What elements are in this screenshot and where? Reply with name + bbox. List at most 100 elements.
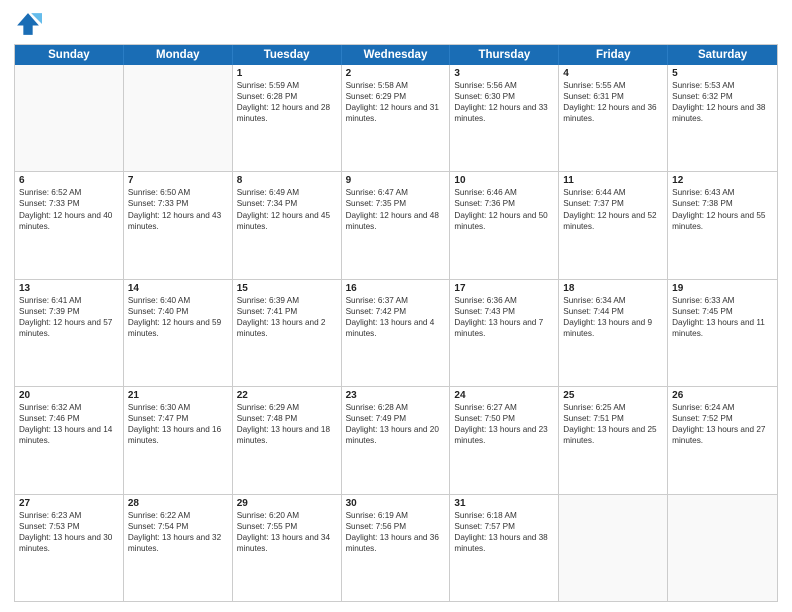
- cal-cell: 16Sunrise: 6:37 AMSunset: 7:42 PMDayligh…: [342, 280, 451, 386]
- cal-cell: 30Sunrise: 6:19 AMSunset: 7:56 PMDayligh…: [342, 495, 451, 601]
- sunrise-text: Sunrise: 6:44 AM: [563, 187, 663, 198]
- cal-week-1: 1Sunrise: 5:59 AMSunset: 6:28 PMDaylight…: [15, 65, 777, 171]
- daylight-text: Daylight: 12 hours and 28 minutes.: [237, 102, 337, 124]
- day-number: 28: [128, 498, 228, 509]
- day-number: 8: [237, 175, 337, 186]
- calendar-header-row: SundayMondayTuesdayWednesdayThursdayFrid…: [15, 45, 777, 65]
- sunrise-text: Sunrise: 6:19 AM: [346, 510, 446, 521]
- cal-cell: 13Sunrise: 6:41 AMSunset: 7:39 PMDayligh…: [15, 280, 124, 386]
- cal-cell: 22Sunrise: 6:29 AMSunset: 7:48 PMDayligh…: [233, 387, 342, 493]
- daylight-text: Daylight: 13 hours and 23 minutes.: [454, 424, 554, 446]
- daylight-text: Daylight: 13 hours and 30 minutes.: [19, 532, 119, 554]
- day-number: 3: [454, 68, 554, 79]
- sunrise-text: Sunrise: 6:34 AM: [563, 295, 663, 306]
- sunrise-text: Sunrise: 6:37 AM: [346, 295, 446, 306]
- sunset-text: Sunset: 7:49 PM: [346, 413, 446, 424]
- sunrise-text: Sunrise: 6:23 AM: [19, 510, 119, 521]
- cal-header-wednesday: Wednesday: [342, 45, 451, 65]
- sunrise-text: Sunrise: 6:36 AM: [454, 295, 554, 306]
- sunset-text: Sunset: 7:55 PM: [237, 521, 337, 532]
- sunset-text: Sunset: 7:51 PM: [563, 413, 663, 424]
- cal-cell: 18Sunrise: 6:34 AMSunset: 7:44 PMDayligh…: [559, 280, 668, 386]
- sunrise-text: Sunrise: 6:20 AM: [237, 510, 337, 521]
- sunset-text: Sunset: 7:40 PM: [128, 306, 228, 317]
- cal-cell: 8Sunrise: 6:49 AMSunset: 7:34 PMDaylight…: [233, 172, 342, 278]
- sunset-text: Sunset: 7:41 PM: [237, 306, 337, 317]
- daylight-text: Daylight: 12 hours and 40 minutes.: [19, 210, 119, 232]
- sunset-text: Sunset: 7:52 PM: [672, 413, 773, 424]
- sunset-text: Sunset: 7:38 PM: [672, 198, 773, 209]
- logo-icon: [14, 10, 42, 38]
- sunset-text: Sunset: 6:31 PM: [563, 91, 663, 102]
- day-number: 11: [563, 175, 663, 186]
- daylight-text: Daylight: 12 hours and 31 minutes.: [346, 102, 446, 124]
- daylight-text: Daylight: 13 hours and 20 minutes.: [346, 424, 446, 446]
- sunset-text: Sunset: 7:43 PM: [454, 306, 554, 317]
- cal-cell: 26Sunrise: 6:24 AMSunset: 7:52 PMDayligh…: [668, 387, 777, 493]
- daylight-text: Daylight: 12 hours and 38 minutes.: [672, 102, 773, 124]
- sunrise-text: Sunrise: 6:25 AM: [563, 402, 663, 413]
- sunset-text: Sunset: 7:39 PM: [19, 306, 119, 317]
- sunrise-text: Sunrise: 6:46 AM: [454, 187, 554, 198]
- sunset-text: Sunset: 7:54 PM: [128, 521, 228, 532]
- daylight-text: Daylight: 12 hours and 36 minutes.: [563, 102, 663, 124]
- daylight-text: Daylight: 13 hours and 25 minutes.: [563, 424, 663, 446]
- sunrise-text: Sunrise: 6:28 AM: [346, 402, 446, 413]
- day-number: 30: [346, 498, 446, 509]
- daylight-text: Daylight: 13 hours and 9 minutes.: [563, 317, 663, 339]
- cal-cell: 3Sunrise: 5:56 AMSunset: 6:30 PMDaylight…: [450, 65, 559, 171]
- cal-cell: 27Sunrise: 6:23 AMSunset: 7:53 PMDayligh…: [15, 495, 124, 601]
- sunrise-text: Sunrise: 6:39 AM: [237, 295, 337, 306]
- sunrise-text: Sunrise: 6:52 AM: [19, 187, 119, 198]
- cal-cell: 17Sunrise: 6:36 AMSunset: 7:43 PMDayligh…: [450, 280, 559, 386]
- day-number: 18: [563, 283, 663, 294]
- cal-cell: 15Sunrise: 6:39 AMSunset: 7:41 PMDayligh…: [233, 280, 342, 386]
- day-number: 12: [672, 175, 773, 186]
- sunset-text: Sunset: 7:33 PM: [19, 198, 119, 209]
- cal-cell: 5Sunrise: 5:53 AMSunset: 6:32 PMDaylight…: [668, 65, 777, 171]
- day-number: 24: [454, 390, 554, 401]
- daylight-text: Daylight: 13 hours and 4 minutes.: [346, 317, 446, 339]
- day-number: 19: [672, 283, 773, 294]
- sunset-text: Sunset: 6:30 PM: [454, 91, 554, 102]
- cal-cell: 23Sunrise: 6:28 AMSunset: 7:49 PMDayligh…: [342, 387, 451, 493]
- sunset-text: Sunset: 7:53 PM: [19, 521, 119, 532]
- sunrise-text: Sunrise: 6:33 AM: [672, 295, 773, 306]
- day-number: 13: [19, 283, 119, 294]
- daylight-text: Daylight: 12 hours and 43 minutes.: [128, 210, 228, 232]
- calendar-body: 1Sunrise: 5:59 AMSunset: 6:28 PMDaylight…: [15, 65, 777, 601]
- cal-week-3: 13Sunrise: 6:41 AMSunset: 7:39 PMDayligh…: [15, 279, 777, 386]
- cal-cell: 4Sunrise: 5:55 AMSunset: 6:31 PMDaylight…: [559, 65, 668, 171]
- cal-cell: 31Sunrise: 6:18 AMSunset: 7:57 PMDayligh…: [450, 495, 559, 601]
- daylight-text: Daylight: 13 hours and 2 minutes.: [237, 317, 337, 339]
- cal-week-4: 20Sunrise: 6:32 AMSunset: 7:46 PMDayligh…: [15, 386, 777, 493]
- day-number: 2: [346, 68, 446, 79]
- cal-cell: 25Sunrise: 6:25 AMSunset: 7:51 PMDayligh…: [559, 387, 668, 493]
- daylight-text: Daylight: 13 hours and 32 minutes.: [128, 532, 228, 554]
- cal-week-2: 6Sunrise: 6:52 AMSunset: 7:33 PMDaylight…: [15, 171, 777, 278]
- cal-cell: 10Sunrise: 6:46 AMSunset: 7:36 PMDayligh…: [450, 172, 559, 278]
- daylight-text: Daylight: 13 hours and 7 minutes.: [454, 317, 554, 339]
- cal-header-tuesday: Tuesday: [233, 45, 342, 65]
- day-number: 25: [563, 390, 663, 401]
- sunrise-text: Sunrise: 5:56 AM: [454, 80, 554, 91]
- cal-cell: 12Sunrise: 6:43 AMSunset: 7:38 PMDayligh…: [668, 172, 777, 278]
- sunrise-text: Sunrise: 6:18 AM: [454, 510, 554, 521]
- sunset-text: Sunset: 7:47 PM: [128, 413, 228, 424]
- cal-cell: 2Sunrise: 5:58 AMSunset: 6:29 PMDaylight…: [342, 65, 451, 171]
- sunrise-text: Sunrise: 6:30 AM: [128, 402, 228, 413]
- header: [14, 10, 778, 38]
- sunrise-text: Sunrise: 6:22 AM: [128, 510, 228, 521]
- sunrise-text: Sunrise: 5:53 AM: [672, 80, 773, 91]
- sunset-text: Sunset: 7:57 PM: [454, 521, 554, 532]
- day-number: 31: [454, 498, 554, 509]
- daylight-text: Daylight: 12 hours and 45 minutes.: [237, 210, 337, 232]
- sunset-text: Sunset: 7:35 PM: [346, 198, 446, 209]
- cal-cell: 24Sunrise: 6:27 AMSunset: 7:50 PMDayligh…: [450, 387, 559, 493]
- cal-cell: 19Sunrise: 6:33 AMSunset: 7:45 PMDayligh…: [668, 280, 777, 386]
- day-number: 23: [346, 390, 446, 401]
- day-number: 4: [563, 68, 663, 79]
- cal-week-5: 27Sunrise: 6:23 AMSunset: 7:53 PMDayligh…: [15, 494, 777, 601]
- sunset-text: Sunset: 7:36 PM: [454, 198, 554, 209]
- day-number: 7: [128, 175, 228, 186]
